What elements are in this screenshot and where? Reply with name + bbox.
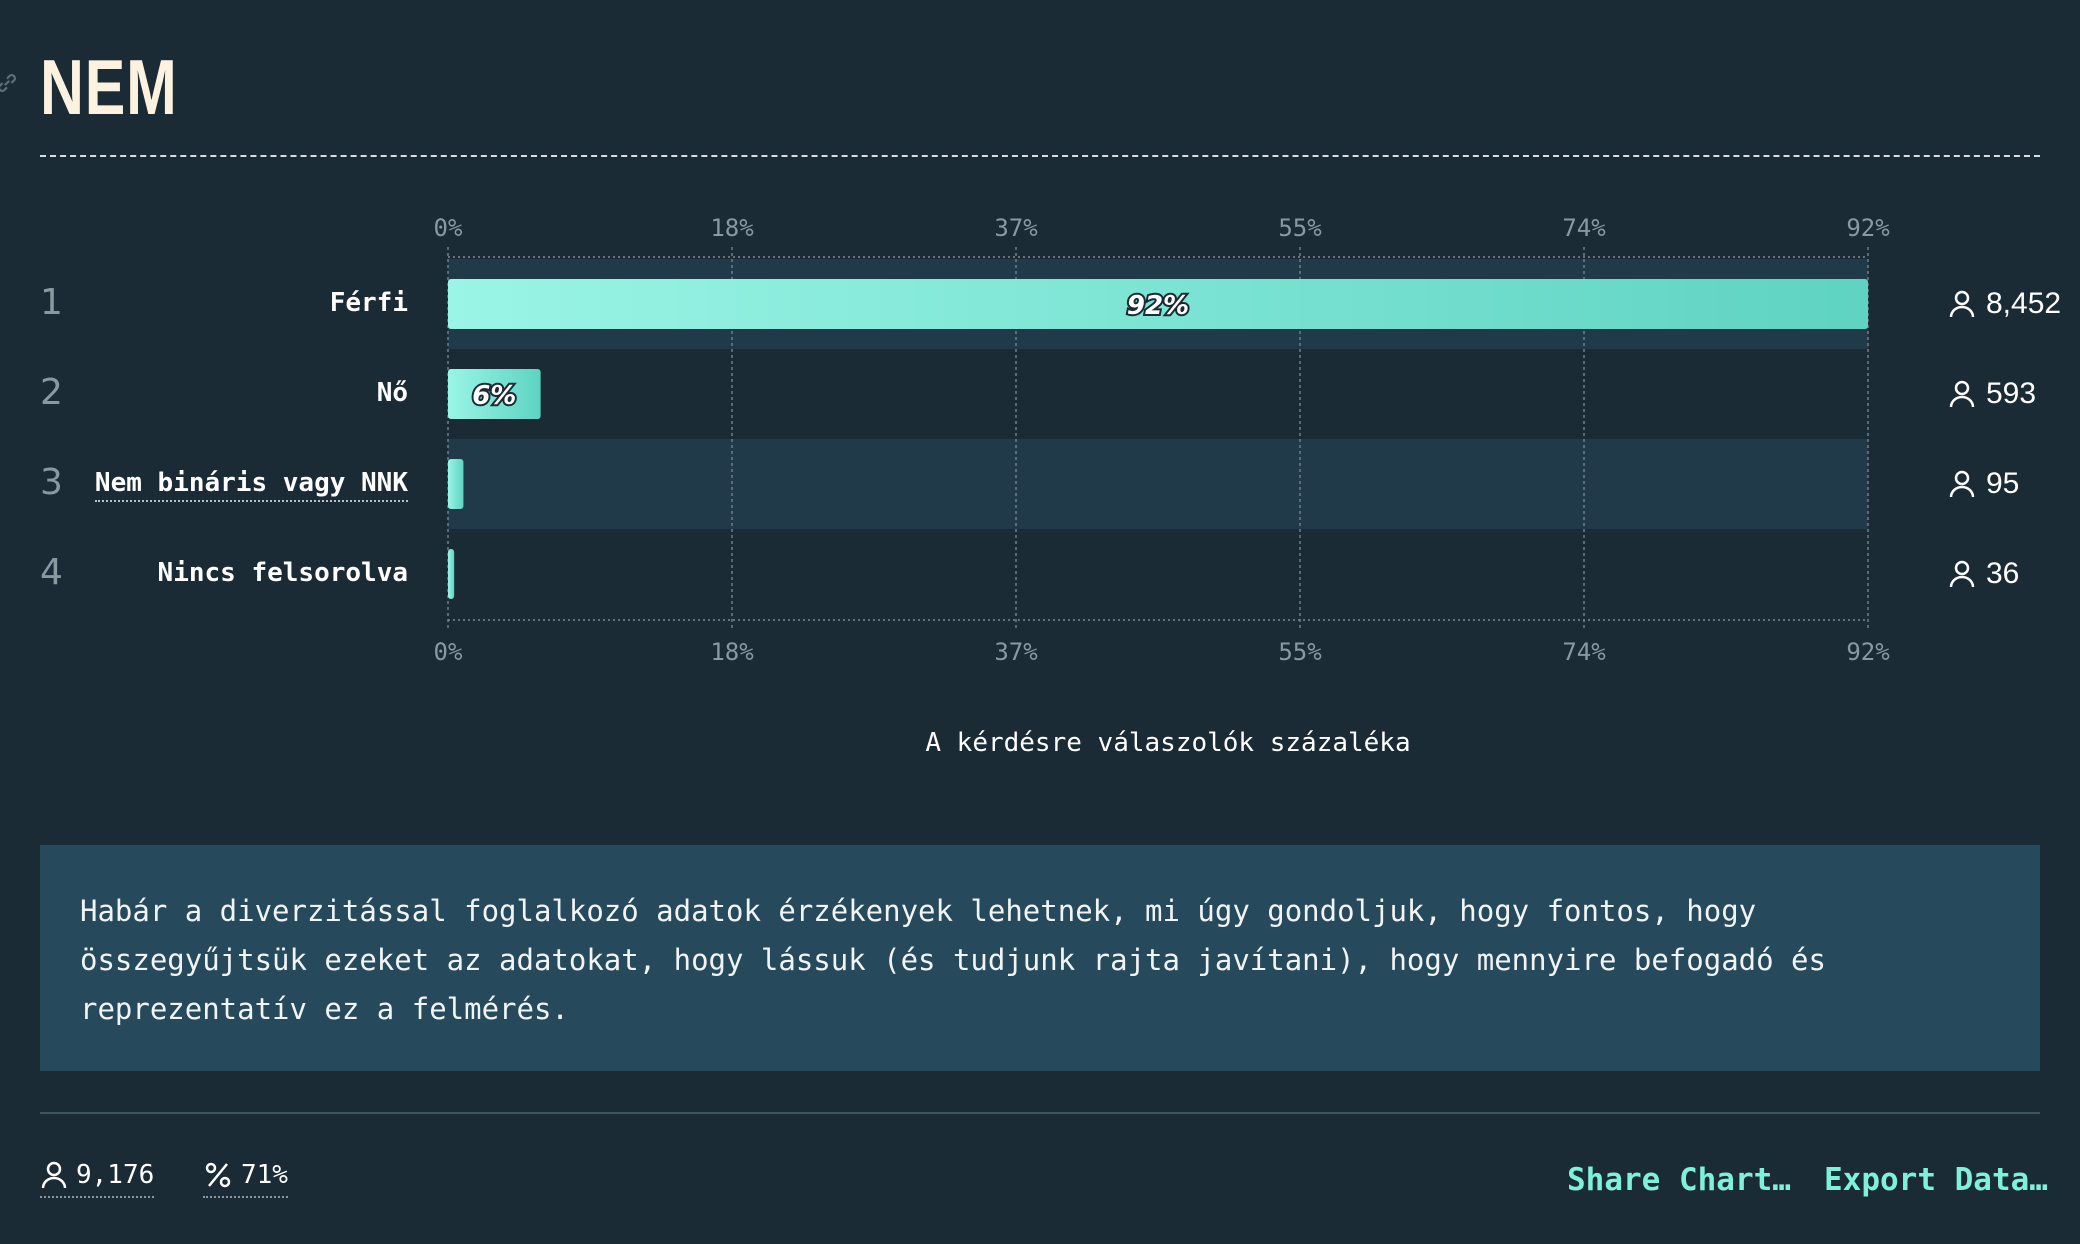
respondent-count: 36: [1948, 557, 2019, 591]
x-tick-label: 18%: [710, 638, 754, 666]
bar[interactable]: [448, 459, 464, 509]
share-chart-button[interactable]: Share Chart…: [1567, 1162, 1791, 1198]
response-percentage[interactable]: 71%: [203, 1160, 288, 1198]
respondent-count: 95: [1948, 467, 2019, 501]
x-axis-title: A kérdésre válaszolók százaléka: [925, 728, 1411, 758]
x-tick-label: 0%: [433, 214, 463, 242]
x-tick-label: 92%: [1846, 638, 1890, 666]
rank-label: 3: [40, 462, 63, 503]
category-label: Férfi: [329, 288, 408, 318]
export-data-button[interactable]: Export Data…: [1824, 1162, 2048, 1198]
x-tick-label: 74%: [1562, 638, 1606, 666]
rank-label: 1: [40, 282, 63, 323]
x-tick-label: 55%: [1278, 638, 1322, 666]
x-tick-label: 92%: [1846, 214, 1890, 242]
user-icon: [41, 1161, 67, 1189]
rank-label: 2: [40, 372, 63, 413]
count-value: 36: [1986, 557, 2020, 590]
total-respondents-value: 9,176: [76, 1160, 155, 1190]
count-value: 593: [1986, 377, 2037, 410]
respondent-count: 593: [1948, 377, 2036, 411]
category-label: Nő: [376, 378, 408, 408]
x-tick-label: 37%: [994, 214, 1038, 242]
count-value: 95: [1986, 467, 2020, 500]
x-tick-label: 0%: [433, 638, 463, 666]
x-tick-label: 37%: [994, 638, 1038, 666]
x-tick-label: 18%: [710, 214, 754, 242]
category-label: Nincs felsorolva: [157, 558, 408, 588]
bar-chart: 92% 6% 1 2 3 4 Férfi Nő Nem bináris vagy …: [0, 0, 2080, 780]
info-note: Habár a diverzitással foglalkozó adatok …: [40, 845, 2040, 1071]
bar-value-label: 6%: [472, 381, 516, 411]
user-icon: [1949, 380, 1975, 408]
chart-plot: 92% 6%: [447, 247, 1869, 630]
respondent-count: 8,452: [1948, 287, 2061, 321]
response-percentage-value: 71%: [241, 1160, 288, 1190]
bar-value-label: 92%: [1127, 291, 1189, 321]
bar[interactable]: [448, 549, 455, 599]
rank-label: 4: [40, 552, 63, 593]
footer-divider: [40, 1112, 2040, 1114]
count-value: 8,452: [1986, 287, 2062, 320]
user-icon: [1949, 290, 1975, 318]
user-icon: [1949, 470, 1975, 498]
x-tick-label: 55%: [1278, 214, 1322, 242]
user-icon: [1949, 560, 1975, 588]
total-respondents[interactable]: 9,176: [40, 1160, 155, 1198]
x-tick-label: 74%: [1562, 214, 1606, 242]
percent-icon: [205, 1162, 231, 1188]
category-label-with-tooltip[interactable]: Nem bináris vagy NNK: [94, 468, 408, 502]
